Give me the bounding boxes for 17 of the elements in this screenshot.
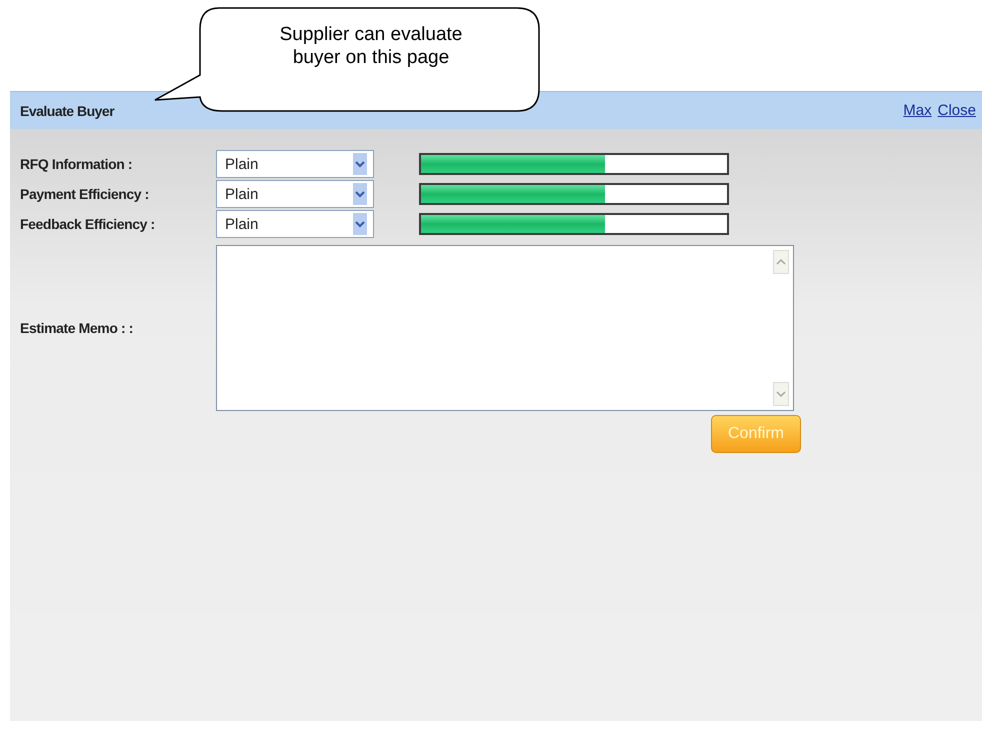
header-link[interactable]: Max [903,102,932,119]
rating-select[interactable]: Plain [216,180,374,208]
field-label: Feedback Efficiency : [20,216,156,232]
scroll-down-icon[interactable] [773,382,789,406]
rating-select[interactable]: Plain [216,210,374,238]
chevron-down-icon [353,153,367,175]
field-label: Payment Efficiency : [20,186,150,202]
field-label: Estimate Memo : : [20,320,134,336]
callout-text: Supplier can evaluate buyer on this page [278,23,464,69]
chevron-down-icon [353,213,367,235]
window-title: Evaluate Buyer [20,102,114,118]
memo-field[interactable] [216,245,794,411]
chevron-down-icon [353,183,367,205]
field-label: RFQ Information : [20,156,134,172]
rating-select[interactable]: Plain [216,150,374,178]
header-link[interactable]: Close [938,102,976,119]
scroll-up-icon[interactable] [773,250,789,274]
